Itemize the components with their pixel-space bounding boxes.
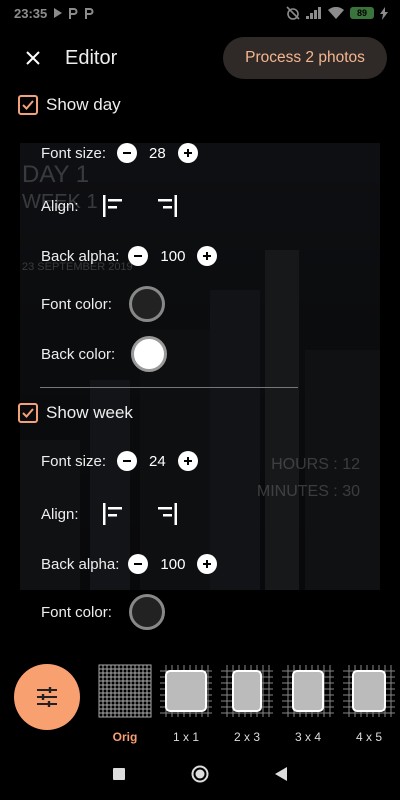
- day-back-alpha-increase-button[interactable]: [197, 246, 218, 266]
- day-back-alpha-row: Back alpha: 100: [41, 246, 218, 266]
- grid-label-2x3[interactable]: 2 x 3: [217, 730, 277, 744]
- back-button[interactable]: [275, 766, 287, 786]
- align-left-icon: [102, 195, 122, 217]
- day-font-size-decrease-button[interactable]: [117, 143, 138, 163]
- day-back-color-row: Back color:: [41, 336, 168, 372]
- grid-label-1x1[interactable]: 1 x 1: [156, 730, 216, 744]
- show-week-label: Show week: [46, 403, 133, 422]
- process-photos-button[interactable]: Process 2 photos: [223, 37, 387, 79]
- grid-option-orig[interactable]: [98, 664, 152, 718]
- bottom-toolbar: Orig 1 x 1 2 x 3 3 x 4 4 x 5: [0, 652, 400, 752]
- week-font-size-increase-button[interactable]: [177, 451, 198, 471]
- align-left-icon: [102, 503, 122, 525]
- back-alpha-label: Back alpha:: [41, 247, 120, 265]
- show-day-toggle[interactable]: Show day: [18, 95, 121, 115]
- back-alpha-label: Back alpha:: [41, 555, 120, 573]
- week-font-size-row: Font size: 24: [41, 451, 198, 471]
- grid-option-3x4[interactable]: [281, 664, 335, 718]
- sliders-icon: [37, 687, 57, 707]
- close-icon: [26, 51, 40, 65]
- week-font-size-value: 24: [149, 452, 166, 470]
- show-week-toggle[interactable]: Show week: [18, 403, 133, 423]
- day-font-size-increase-button[interactable]: [177, 143, 198, 163]
- week-font-color-swatch[interactable]: [128, 594, 165, 630]
- check-icon: [22, 408, 34, 418]
- minus-icon: [123, 152, 132, 154]
- font-color-label: Font color:: [41, 295, 112, 313]
- day-align-right-button[interactable]: [153, 192, 181, 220]
- day-font-size-row: Font size: 28: [41, 143, 198, 163]
- grid-label-3x4[interactable]: 3 x 4: [278, 730, 338, 744]
- close-button[interactable]: [20, 45, 46, 71]
- grid-option-2x3[interactable]: [220, 664, 274, 718]
- recents-button[interactable]: [113, 767, 125, 785]
- grid-option-4x5[interactable]: [342, 664, 396, 718]
- grid-2x3-icon: [221, 665, 273, 717]
- fine-grid-icon: [98, 664, 152, 718]
- week-back-alpha-row: Back alpha: 100: [41, 554, 218, 574]
- grid-1x1-icon: [160, 665, 212, 717]
- show-day-label: Show day: [46, 95, 121, 114]
- grid-label-4x5[interactable]: 4 x 5: [339, 730, 399, 744]
- font-size-label: Font size:: [41, 452, 107, 470]
- grid-option-1x1[interactable]: [159, 664, 213, 718]
- font-color-label: Font color:: [41, 603, 112, 621]
- align-right-icon: [157, 503, 177, 525]
- minus-icon: [123, 460, 132, 462]
- back-color-label: Back color:: [41, 345, 116, 363]
- app-header: Editor Process 2 photos: [0, 30, 400, 86]
- minus-icon: [134, 255, 143, 257]
- grid-3x4-icon: [282, 665, 334, 717]
- align-label: Align:: [41, 197, 79, 215]
- week-back-alpha-value: 100: [160, 555, 186, 573]
- week-align-row: Align:: [41, 500, 181, 528]
- day-font-size-value: 28: [149, 144, 166, 162]
- back-triangle-icon: [275, 766, 287, 781]
- check-icon: [22, 100, 34, 110]
- grid-4x5-icon: [343, 665, 395, 717]
- plus-icon: [203, 252, 212, 260]
- day-back-alpha-value: 100: [160, 247, 186, 265]
- day-align-left-button[interactable]: [99, 192, 127, 220]
- font-size-label: Font size:: [41, 144, 107, 162]
- week-align-right-button[interactable]: [153, 500, 181, 528]
- page-title: Editor: [65, 46, 118, 69]
- week-font-color-row: Font color:: [41, 594, 165, 630]
- week-back-alpha-increase-button[interactable]: [197, 554, 218, 574]
- plus-icon: [183, 149, 192, 157]
- day-align-row: Align:: [41, 192, 181, 220]
- show-week-checkbox[interactable]: [18, 403, 38, 423]
- week-align-left-button[interactable]: [99, 500, 127, 528]
- plus-icon: [183, 457, 192, 465]
- align-label: Align:: [41, 505, 79, 523]
- day-font-color-swatch[interactable]: [128, 286, 165, 322]
- minus-icon: [134, 563, 143, 565]
- align-right-icon: [157, 195, 177, 217]
- system-nav-bar: [0, 752, 400, 800]
- day-font-color-row: Font color:: [41, 286, 165, 322]
- square-icon: [113, 768, 125, 780]
- adjustments-button[interactable]: [14, 664, 80, 730]
- day-back-color-swatch[interactable]: [131, 336, 168, 372]
- day-back-alpha-decrease-button[interactable]: [128, 246, 149, 266]
- grid-label-orig[interactable]: Orig: [95, 730, 155, 744]
- section-divider: [40, 387, 298, 388]
- home-button[interactable]: [191, 765, 209, 788]
- week-back-alpha-decrease-button[interactable]: [128, 554, 149, 574]
- plus-icon: [203, 560, 212, 568]
- week-font-size-decrease-button[interactable]: [117, 451, 138, 471]
- home-circle-icon: [191, 765, 209, 782]
- show-day-checkbox[interactable]: [18, 95, 38, 115]
